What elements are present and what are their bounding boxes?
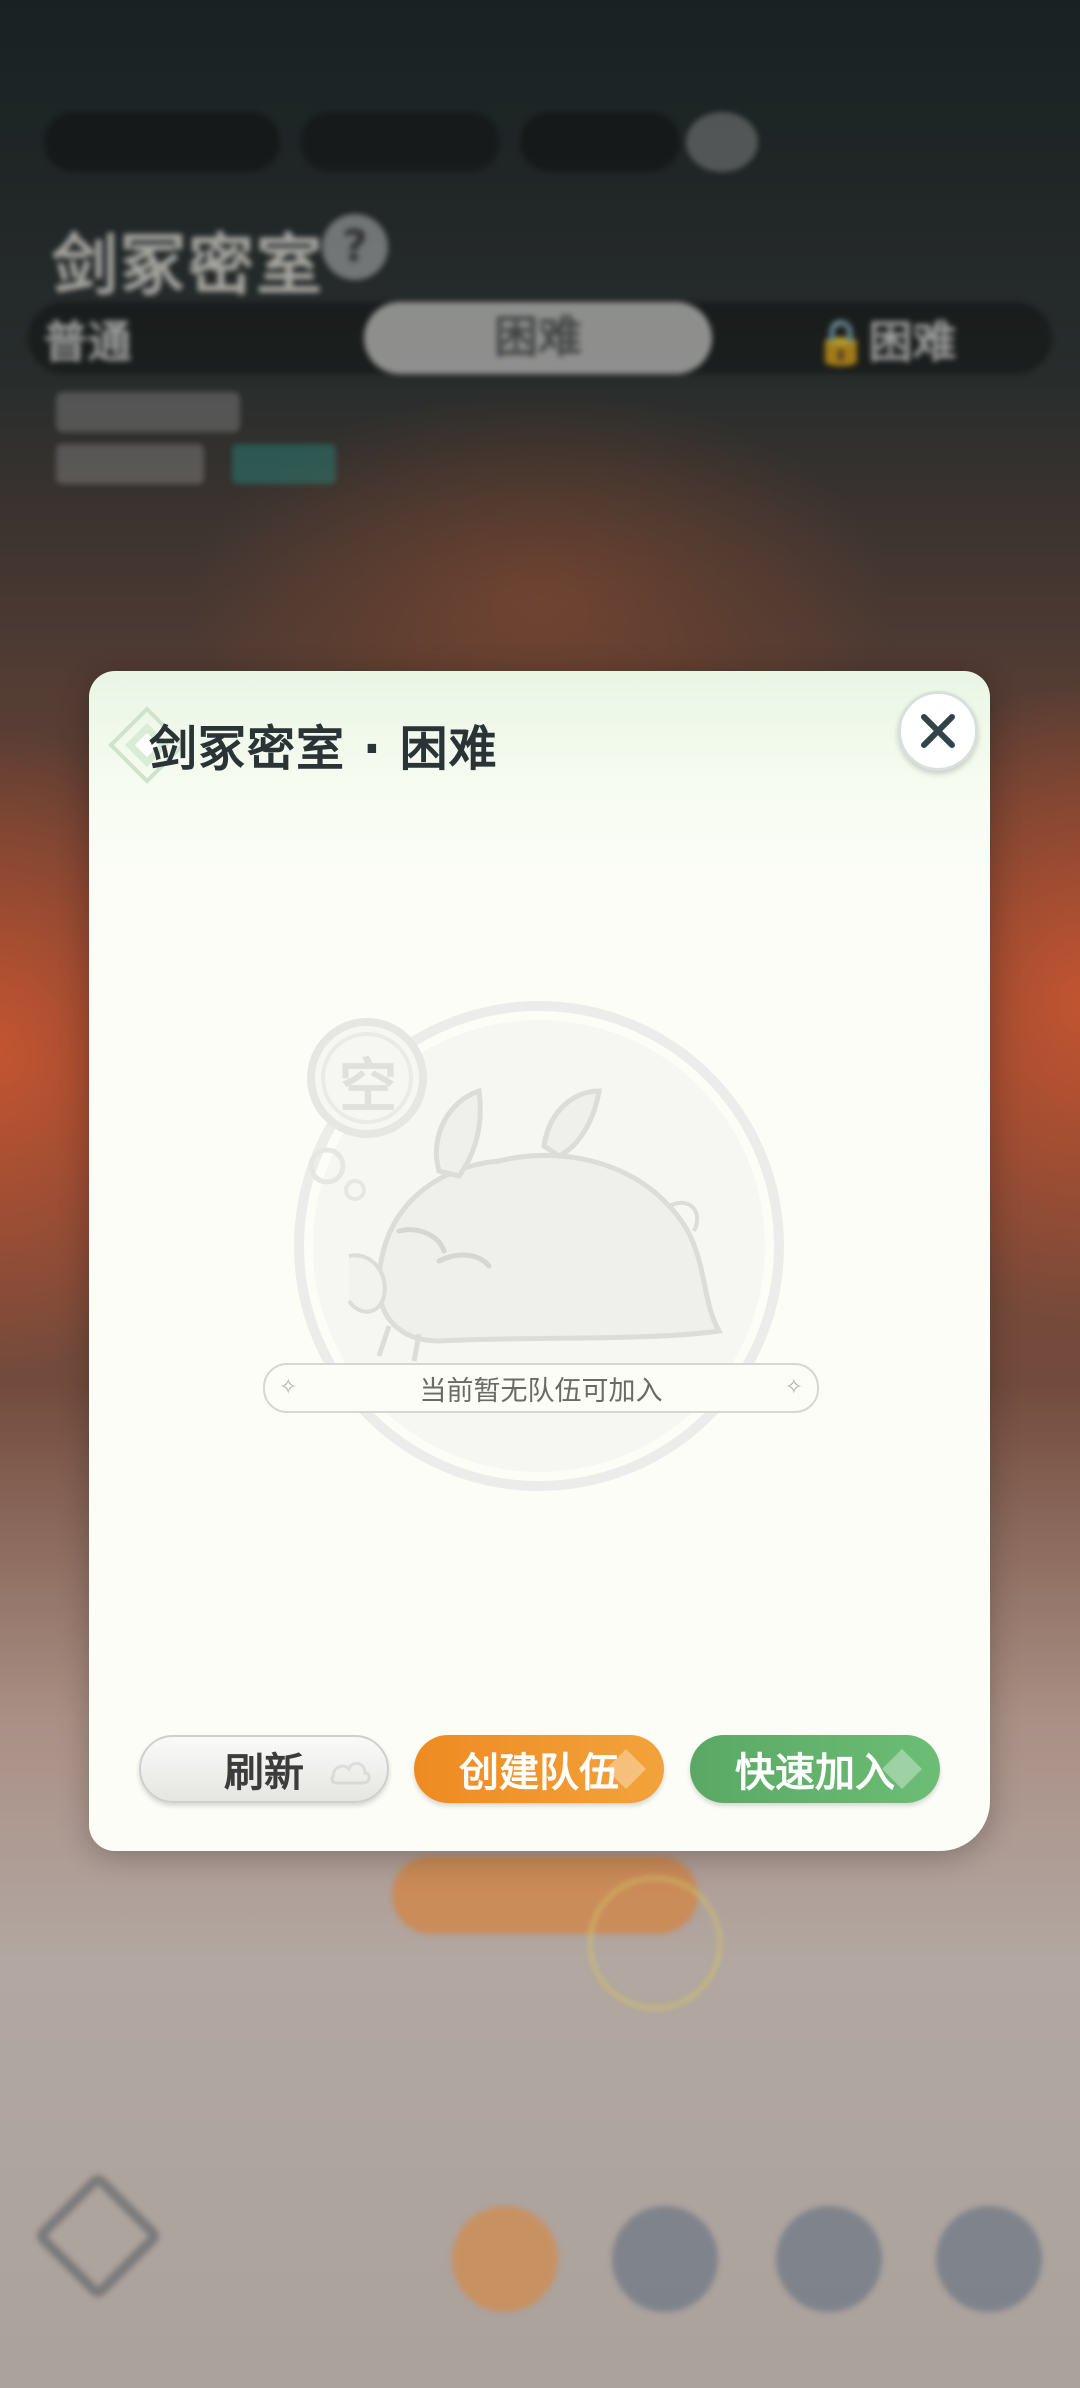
empty-glyph: 空 [338,1052,397,1120]
quick-join-button[interactable]: 快速加入 [690,1735,940,1803]
diamond-deco-icon [882,1749,922,1789]
quick-join-label: 快速加入 [735,1750,895,1796]
empty-state-message: ✧ 当前暂无队伍可加入 ✧ [263,1363,819,1413]
sparkle-icon: ✧ [784,1375,803,1400]
refresh-button[interactable]: 刷新 [139,1735,389,1803]
team-join-dialog: 剑冢密室 · 困难 空 ✧ 当前暂无队伍可加入 ✧ 刷新 创建队伍 快速加入 [89,671,990,1851]
sparkle-icon: ✧ [279,1375,298,1400]
empty-state-text: 当前暂无队伍可加入 [419,1375,663,1407]
diamond-deco-icon [606,1749,646,1789]
create-team-label: 创建队伍 [459,1750,619,1796]
refresh-label: 刷新 [224,1750,304,1796]
create-team-button[interactable]: 创建队伍 [414,1735,664,1803]
close-button[interactable] [898,691,978,771]
cloud-deco-icon [330,1762,371,1785]
dialog-title: 剑冢密室 · 困难 [149,721,498,777]
close-icon [921,714,955,748]
